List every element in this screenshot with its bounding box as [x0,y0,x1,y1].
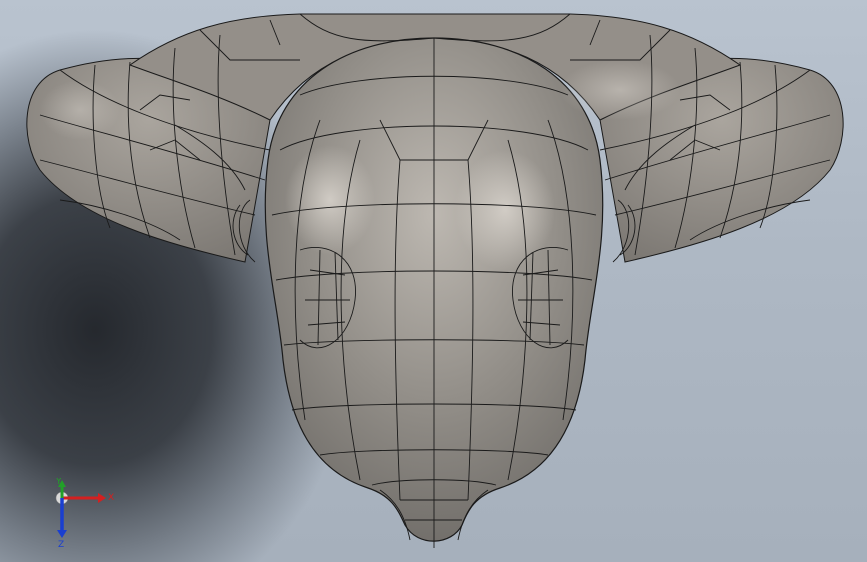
graphics-viewport[interactable]: X Y Z [0,0,867,562]
triad-y-label: Y [55,478,62,487]
reference-triad-icon: X Y Z [55,478,114,548]
highlight-left [285,145,375,255]
mesh-model[interactable] [0,0,867,562]
highlight-ear-right [560,60,680,120]
triad-x-label: X [108,493,114,503]
highlight-right [455,150,555,270]
triad-z-label: Z [58,540,64,548]
highlight-ear-left [40,80,120,140]
